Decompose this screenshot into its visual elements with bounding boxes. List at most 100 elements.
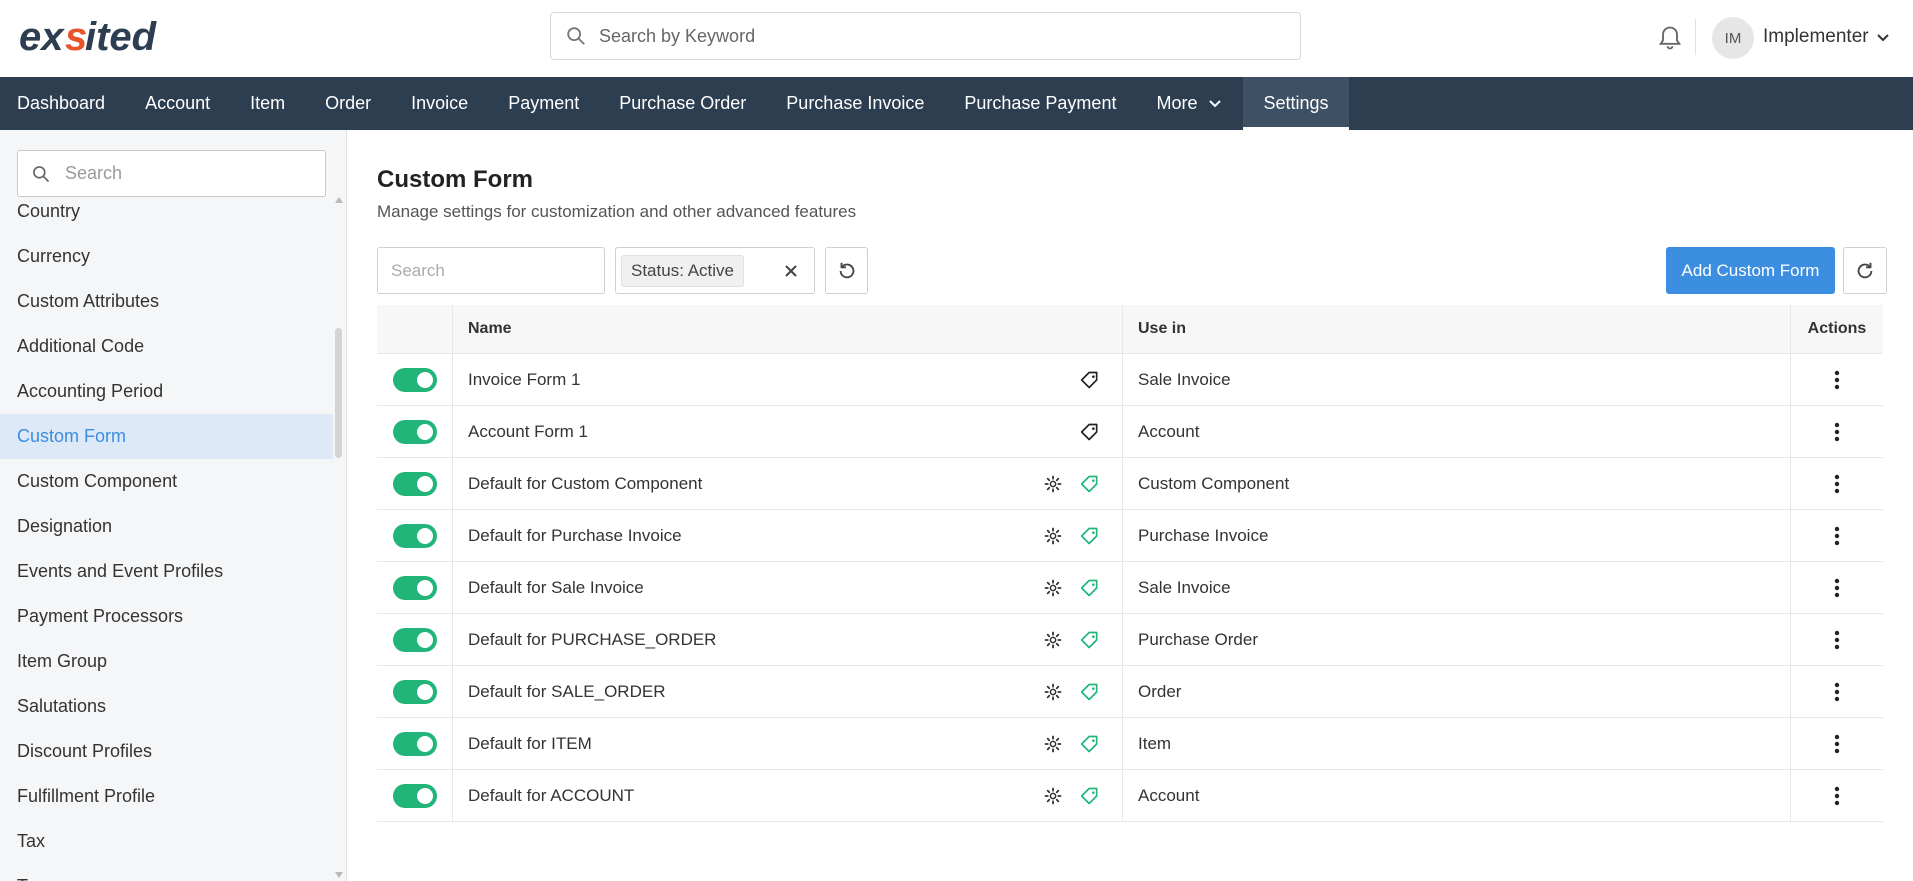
form-name[interactable]: Default for SALE_ORDER	[468, 682, 665, 702]
gear-icon[interactable]	[1044, 787, 1062, 805]
tag-icon[interactable]	[1080, 578, 1100, 598]
kebab-icon[interactable]	[1834, 421, 1840, 443]
tag-icon[interactable]	[1080, 370, 1100, 390]
nav-invoice[interactable]: Invoice	[391, 77, 488, 130]
avatar[interactable]: IM	[1712, 17, 1754, 59]
kebab-icon[interactable]	[1834, 577, 1840, 599]
gear-icon[interactable]	[1044, 735, 1062, 753]
nav-purchase-invoice[interactable]: Purchase Invoice	[766, 77, 944, 130]
tag-icon[interactable]	[1080, 734, 1100, 754]
form-name[interactable]: Default for Custom Component	[468, 474, 702, 494]
bell-icon[interactable]	[1656, 24, 1684, 52]
form-name[interactable]: Default for PURCHASE_ORDER	[468, 630, 716, 650]
sidebar-item-custom-form[interactable]: Custom Form	[0, 414, 333, 459]
gear-icon[interactable]	[1044, 579, 1062, 597]
kebab-icon[interactable]	[1834, 525, 1840, 547]
nav-purchase-order[interactable]: Purchase Order	[599, 77, 766, 130]
table-row[interactable]: Default for SALE_ORDER Order	[377, 666, 1883, 718]
form-name[interactable]: Default for Sale Invoice	[468, 578, 644, 598]
status-toggle[interactable]	[392, 575, 437, 600]
status-filter[interactable]: Status: Active	[615, 247, 815, 294]
status-toggle[interactable]	[392, 471, 437, 496]
status-toggle[interactable]	[392, 367, 437, 392]
table-row[interactable]: Default for Sale Invoice Sale Invoice	[377, 562, 1883, 614]
global-search[interactable]	[550, 12, 1301, 60]
nav-item[interactable]: Item	[230, 77, 305, 130]
global-search-input[interactable]	[599, 25, 1279, 47]
table-search-input[interactable]	[391, 260, 591, 281]
gear-icon[interactable]	[1044, 475, 1062, 493]
sidebar-item-designation[interactable]: Designation	[0, 504, 333, 549]
status-toggle[interactable]	[392, 679, 437, 704]
tag-icon[interactable]	[1080, 422, 1100, 442]
tag-icon[interactable]	[1080, 786, 1100, 806]
close-icon[interactable]	[780, 260, 802, 282]
chevron-down-icon[interactable]	[1873, 28, 1893, 48]
app-logo[interactable]: ex s ited	[19, 14, 179, 59]
user-name[interactable]: Implementer	[1763, 26, 1869, 48]
form-name[interactable]: Account Form 1	[468, 422, 588, 442]
nav-more[interactable]: More	[1136, 77, 1243, 130]
sidebar-search[interactable]	[17, 150, 326, 197]
kebab-icon[interactable]	[1834, 629, 1840, 651]
row-use-in-cell: Custom Component	[1123, 458, 1791, 509]
table-row[interactable]: Default for ACCOUNT Account	[377, 770, 1883, 822]
table-row[interactable]: Default for ITEM Item	[377, 718, 1883, 770]
tag-icon[interactable]	[1080, 526, 1100, 546]
sidebar-item-payment-processors[interactable]: Payment Processors	[0, 594, 333, 639]
status-toggle[interactable]	[392, 523, 437, 548]
table-row[interactable]: Default for PURCHASE_ORDER Purchase Order	[377, 614, 1883, 666]
form-name[interactable]: Default for Purchase Invoice	[468, 526, 682, 546]
nav-settings[interactable]: Settings	[1243, 77, 1349, 130]
nav-order[interactable]: Order	[305, 77, 391, 130]
nav-account[interactable]: Account	[125, 77, 230, 130]
sidebar-item-currency[interactable]: Currency	[0, 234, 333, 279]
sidebar-item-fulfillment-profile[interactable]: Fulfillment Profile	[0, 774, 333, 819]
kebab-icon[interactable]	[1834, 369, 1840, 391]
form-name[interactable]: Invoice Form 1	[468, 370, 580, 390]
table-search[interactable]	[377, 247, 605, 294]
kebab-icon[interactable]	[1834, 681, 1840, 703]
refresh-button[interactable]	[1843, 247, 1887, 294]
gear-icon[interactable]	[1044, 631, 1062, 649]
status-toggle[interactable]	[392, 783, 437, 808]
kebab-icon[interactable]	[1834, 473, 1840, 495]
sidebar-item-teams[interactable]: Teams	[0, 864, 333, 881]
form-name[interactable]: Default for ITEM	[468, 734, 592, 754]
tag-icon[interactable]	[1080, 630, 1100, 650]
nav-purchase-payment[interactable]: Purchase Payment	[944, 77, 1136, 130]
table-row[interactable]: Invoice Form 1 Sale Invoice	[377, 354, 1883, 406]
status-toggle[interactable]	[392, 731, 437, 756]
gear-icon[interactable]	[1044, 527, 1062, 545]
sidebar-item-accounting-period[interactable]: Accounting Period	[0, 369, 333, 414]
table-row[interactable]: Default for Custom Component Custom Compo…	[377, 458, 1883, 510]
gear-icon[interactable]	[1044, 683, 1062, 701]
sidebar-item-discount-profiles[interactable]: Discount Profiles	[0, 729, 333, 774]
nav-dashboard[interactable]: Dashboard	[0, 77, 125, 130]
scroll-up-icon[interactable]	[334, 196, 344, 204]
status-toggle[interactable]	[392, 419, 437, 444]
kebab-icon[interactable]	[1834, 733, 1840, 755]
table-row[interactable]: Default for Purchase Invoice Purchase Inv…	[377, 510, 1883, 562]
sidebar-scrollbar[interactable]	[335, 328, 342, 458]
add-custom-form-button[interactable]: Add Custom Form	[1666, 247, 1835, 294]
tag-icon[interactable]	[1080, 682, 1100, 702]
sidebar-item-salutations[interactable]: Salutations	[0, 684, 333, 729]
reset-filter-button[interactable]	[825, 247, 868, 294]
table-row[interactable]: Account Form 1 Account	[377, 406, 1883, 458]
sidebar-item-tax[interactable]: Tax	[0, 819, 333, 864]
scroll-down-icon[interactable]	[334, 871, 344, 879]
kebab-icon[interactable]	[1834, 785, 1840, 807]
header-name[interactable]: Name	[453, 305, 1123, 353]
sidebar-item-custom-component[interactable]: Custom Component	[0, 459, 333, 504]
status-toggle[interactable]	[392, 627, 437, 652]
sidebar-item-additional-code[interactable]: Additional Code	[0, 324, 333, 369]
nav-payment[interactable]: Payment	[488, 77, 599, 130]
sidebar-item-custom-attributes[interactable]: Custom Attributes	[0, 279, 333, 324]
form-name[interactable]: Default for ACCOUNT	[468, 786, 634, 806]
header-use-in[interactable]: Use in	[1123, 305, 1791, 353]
sidebar-item-events[interactable]: Events and Event Profiles	[0, 549, 333, 594]
sidebar-search-input[interactable]	[65, 163, 315, 184]
tag-icon[interactable]	[1080, 474, 1100, 494]
sidebar-item-item-group[interactable]: Item Group	[0, 639, 333, 684]
